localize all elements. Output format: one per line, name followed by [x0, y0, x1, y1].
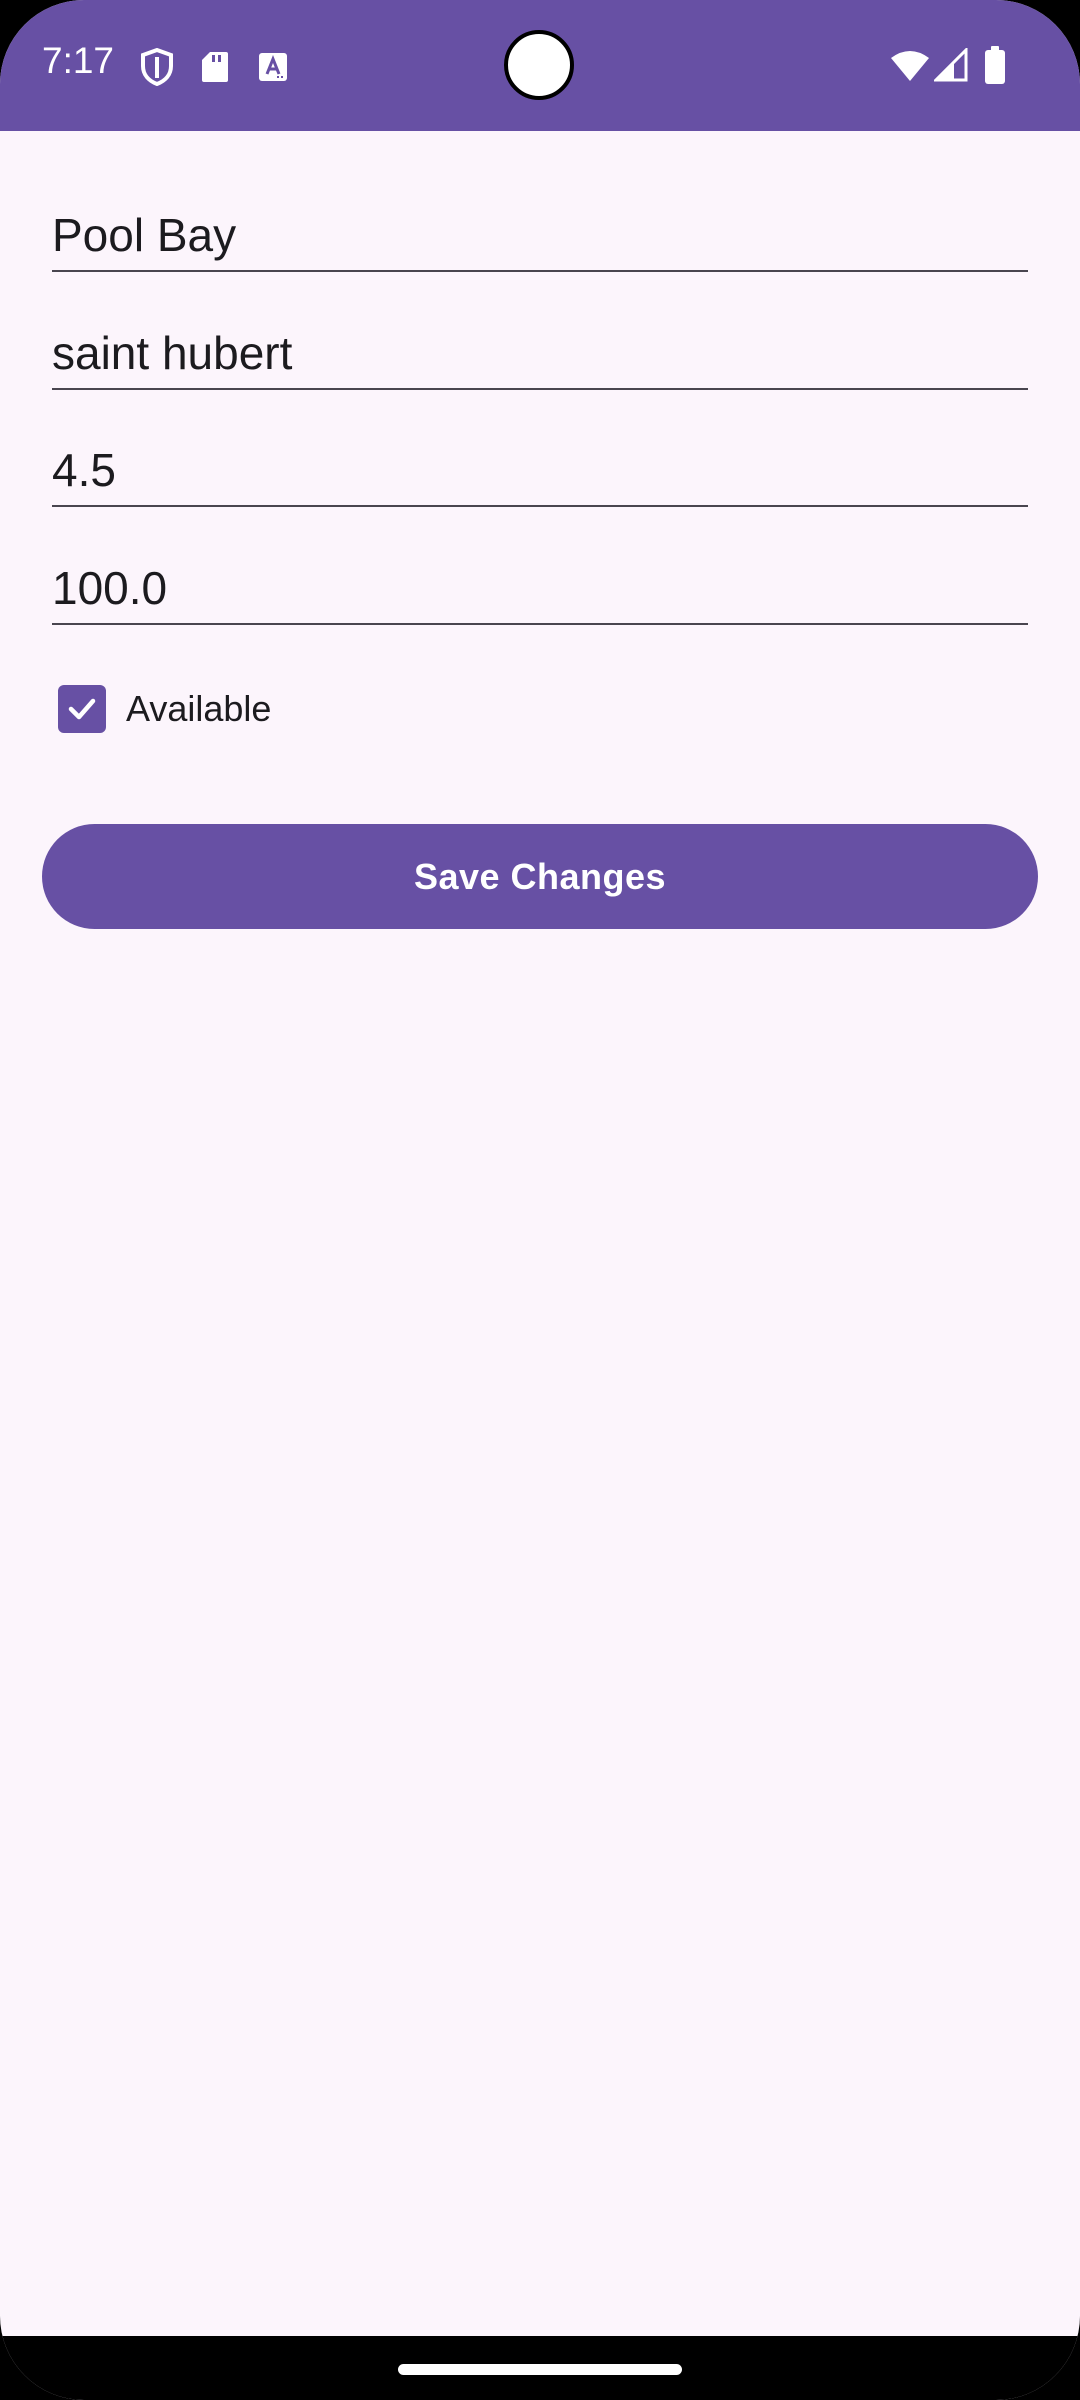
- price-field[interactable]: [52, 543, 1028, 625]
- home-gesture-handle[interactable]: [398, 2364, 682, 2375]
- battery-icon: [985, 46, 1005, 84]
- location-field[interactable]: [52, 308, 1028, 390]
- wifi-icon: [891, 51, 929, 81]
- phone-screen: 7:17 Pool Bay saint hubert 4.5 100.0 Ava…: [0, 0, 1080, 2400]
- checkmark-icon: [68, 698, 96, 720]
- available-checkbox-row[interactable]: Available: [58, 684, 271, 734]
- sd-card-icon: [202, 52, 228, 82]
- available-checkbox[interactable]: [58, 685, 106, 733]
- status-time: 7:17: [42, 40, 115, 81]
- name-field[interactable]: [52, 190, 1028, 272]
- cell-signal-icon: [934, 48, 968, 82]
- shield-icon: [141, 48, 173, 86]
- rating-input[interactable]: [52, 443, 1028, 497]
- save-changes-button[interactable]: Save Changes: [42, 824, 1038, 929]
- camera-cutout: [504, 30, 574, 100]
- available-label: Available: [126, 688, 272, 729]
- price-input[interactable]: [52, 561, 1028, 615]
- status-bar: 7:17: [0, 0, 1080, 131]
- name-input[interactable]: [52, 208, 1028, 262]
- rating-field[interactable]: [52, 425, 1028, 507]
- text-a-icon: [259, 53, 287, 81]
- location-input[interactable]: [52, 326, 1028, 380]
